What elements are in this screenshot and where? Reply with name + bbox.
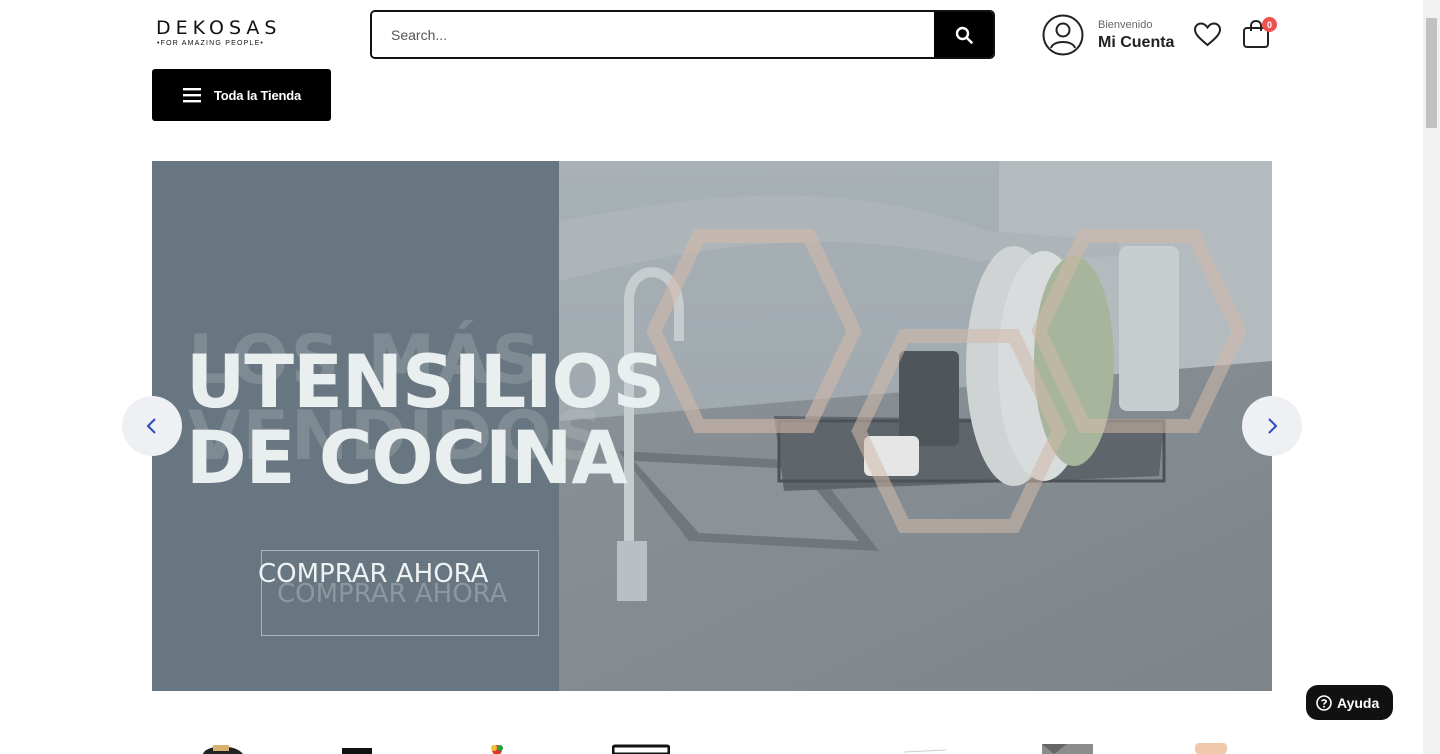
chevron-right-icon: [1268, 418, 1278, 434]
slider-next-button[interactable]: [1242, 396, 1302, 456]
search-icon: [955, 26, 973, 44]
category-thumb[interactable]: [485, 742, 510, 754]
search-input[interactable]: [372, 12, 934, 57]
category-thumb[interactable]: [1192, 742, 1230, 754]
cart-count-badge: 0: [1262, 17, 1277, 32]
slider-prev-button[interactable]: [122, 396, 182, 456]
help-button[interactable]: Ayuda: [1306, 685, 1393, 720]
category-thumb[interactable]: [340, 742, 375, 754]
question-circle-icon: [1316, 694, 1332, 711]
category-thumb[interactable]: [612, 742, 670, 754]
all-store-label: Toda la Tienda: [214, 87, 302, 103]
heart-icon[interactable]: [1193, 21, 1222, 48]
account-label: Mi Cuenta: [1098, 33, 1175, 51]
hero-title-line-1: UTENSILIOS: [186, 340, 665, 425]
logo-wordmark: DEKOSAS: [156, 17, 282, 39]
hamburger-icon: [183, 88, 201, 103]
buy-now-label: COMPRAR AHORA: [258, 559, 489, 589]
buy-now-button[interactable]: COMPRAR AHORA COMPRAR AHORA: [258, 550, 539, 636]
site-logo[interactable]: DEKOSAS •FOR AMAZING PEOPLE•: [156, 18, 276, 50]
scrollbar-thumb[interactable]: [1426, 18, 1437, 128]
chevron-left-icon: [146, 418, 156, 434]
hero-slider[interactable]: LOS MÁS VENDIDOS UTENSILIOS DE COCINA CO…: [152, 161, 1272, 691]
category-thumb[interactable]: [195, 742, 250, 754]
search-button[interactable]: [934, 12, 993, 57]
user-circle-icon: [1042, 14, 1084, 56]
account-text: Bienvenido Mi Cuenta: [1098, 19, 1174, 52]
account-welcome: Bienvenido: [1098, 18, 1153, 31]
account-link[interactable]: Bienvenido Mi Cuenta: [1042, 14, 1174, 56]
logo-tagline: •FOR AMAZING PEOPLE•: [157, 40, 265, 47]
category-thumb[interactable]: [1040, 742, 1095, 754]
category-thumb[interactable]: [900, 742, 950, 754]
search-bar: [370, 10, 995, 59]
hero-title: UTENSILIOS DE COCINA: [186, 345, 706, 497]
all-store-menu-button[interactable]: Toda la Tienda: [152, 69, 331, 121]
help-label: Ayuda: [1337, 694, 1380, 711]
hero-title-line-2: DE COCINA: [186, 416, 628, 501]
